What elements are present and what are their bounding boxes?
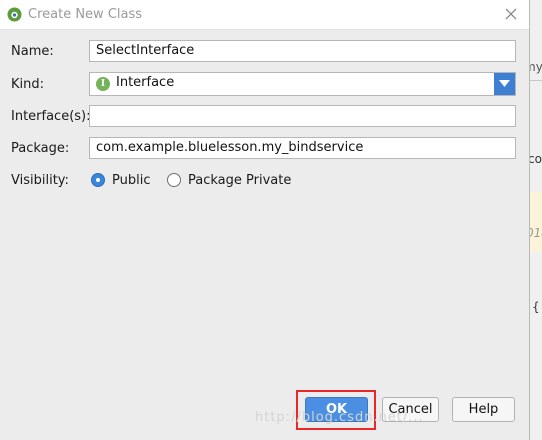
kind-dropdown[interactable]: I Interface	[89, 72, 516, 96]
bg-fragment: con	[530, 152, 542, 166]
close-icon[interactable]	[500, 3, 522, 25]
name-field[interactable]: SelectInterface	[89, 40, 516, 62]
visibility-label: Visibility:	[11, 173, 69, 188]
bg-fragment: {	[532, 300, 540, 314]
bg-fragment: my_	[530, 60, 542, 74]
interfaces-label: Interface(s):	[11, 109, 91, 124]
watermark: http://blog.csdn.net/...	[255, 410, 424, 425]
help-button[interactable]: Help	[452, 397, 515, 422]
bg-highlight-band	[530, 192, 542, 252]
interface-icon: I	[96, 77, 110, 91]
dropdown-button[interactable]	[494, 73, 515, 95]
background-editor: my_ con 018 {	[530, 0, 542, 440]
radio-public[interactable]	[91, 173, 105, 187]
dialog-title: Create New Class	[28, 7, 143, 22]
package-label: Package:	[11, 141, 70, 156]
name-label: Name:	[11, 44, 54, 59]
kind-label: Kind:	[11, 77, 45, 92]
package-field[interactable]: com.example.bluelesson.my_bindservice	[89, 137, 516, 159]
bg-fragment: 018	[530, 226, 542, 240]
radio-package-private-label[interactable]: Package Private	[188, 173, 291, 188]
create-class-dialog: Create New Class Name: SelectInterface K…	[0, 0, 530, 440]
kind-value: Interface	[116, 75, 175, 90]
android-studio-icon	[7, 7, 22, 22]
radio-package-private[interactable]	[167, 173, 181, 187]
bg-divider	[530, 80, 542, 81]
chevron-down-icon	[499, 80, 510, 87]
interfaces-field[interactable]	[89, 105, 516, 127]
title-bar[interactable]: Create New Class	[0, 0, 529, 30]
radio-public-label[interactable]: Public	[112, 173, 150, 188]
